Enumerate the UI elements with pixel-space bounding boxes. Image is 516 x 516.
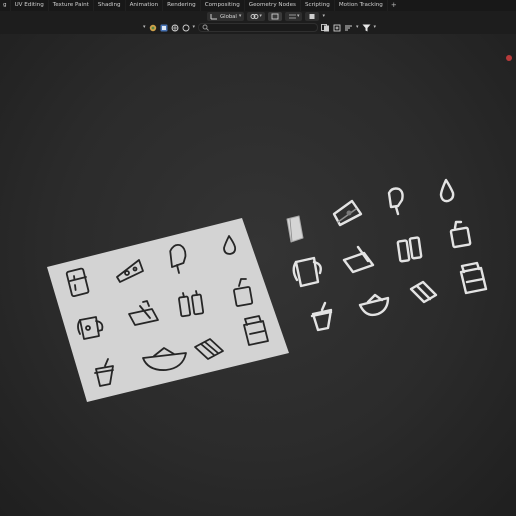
scene-canvas [47, 178, 488, 402]
chocolate-model[interactable] [409, 280, 438, 304]
fridge-model[interactable] [286, 215, 304, 243]
popsicle-model[interactable] [387, 187, 404, 216]
juice-box-model[interactable] [449, 220, 472, 249]
cheese-model[interactable] [332, 199, 363, 227]
cup-model[interactable] [310, 301, 333, 332]
jar-model[interactable] [459, 261, 488, 295]
extruded-models[interactable] [286, 178, 488, 332]
bowl-model[interactable] [358, 293, 390, 317]
butter-model[interactable] [342, 245, 375, 274]
pitcher-model[interactable] [292, 256, 322, 288]
reference-plate[interactable] [47, 218, 289, 402]
drop-model[interactable] [439, 178, 455, 203]
bottles-model[interactable] [396, 236, 423, 263]
